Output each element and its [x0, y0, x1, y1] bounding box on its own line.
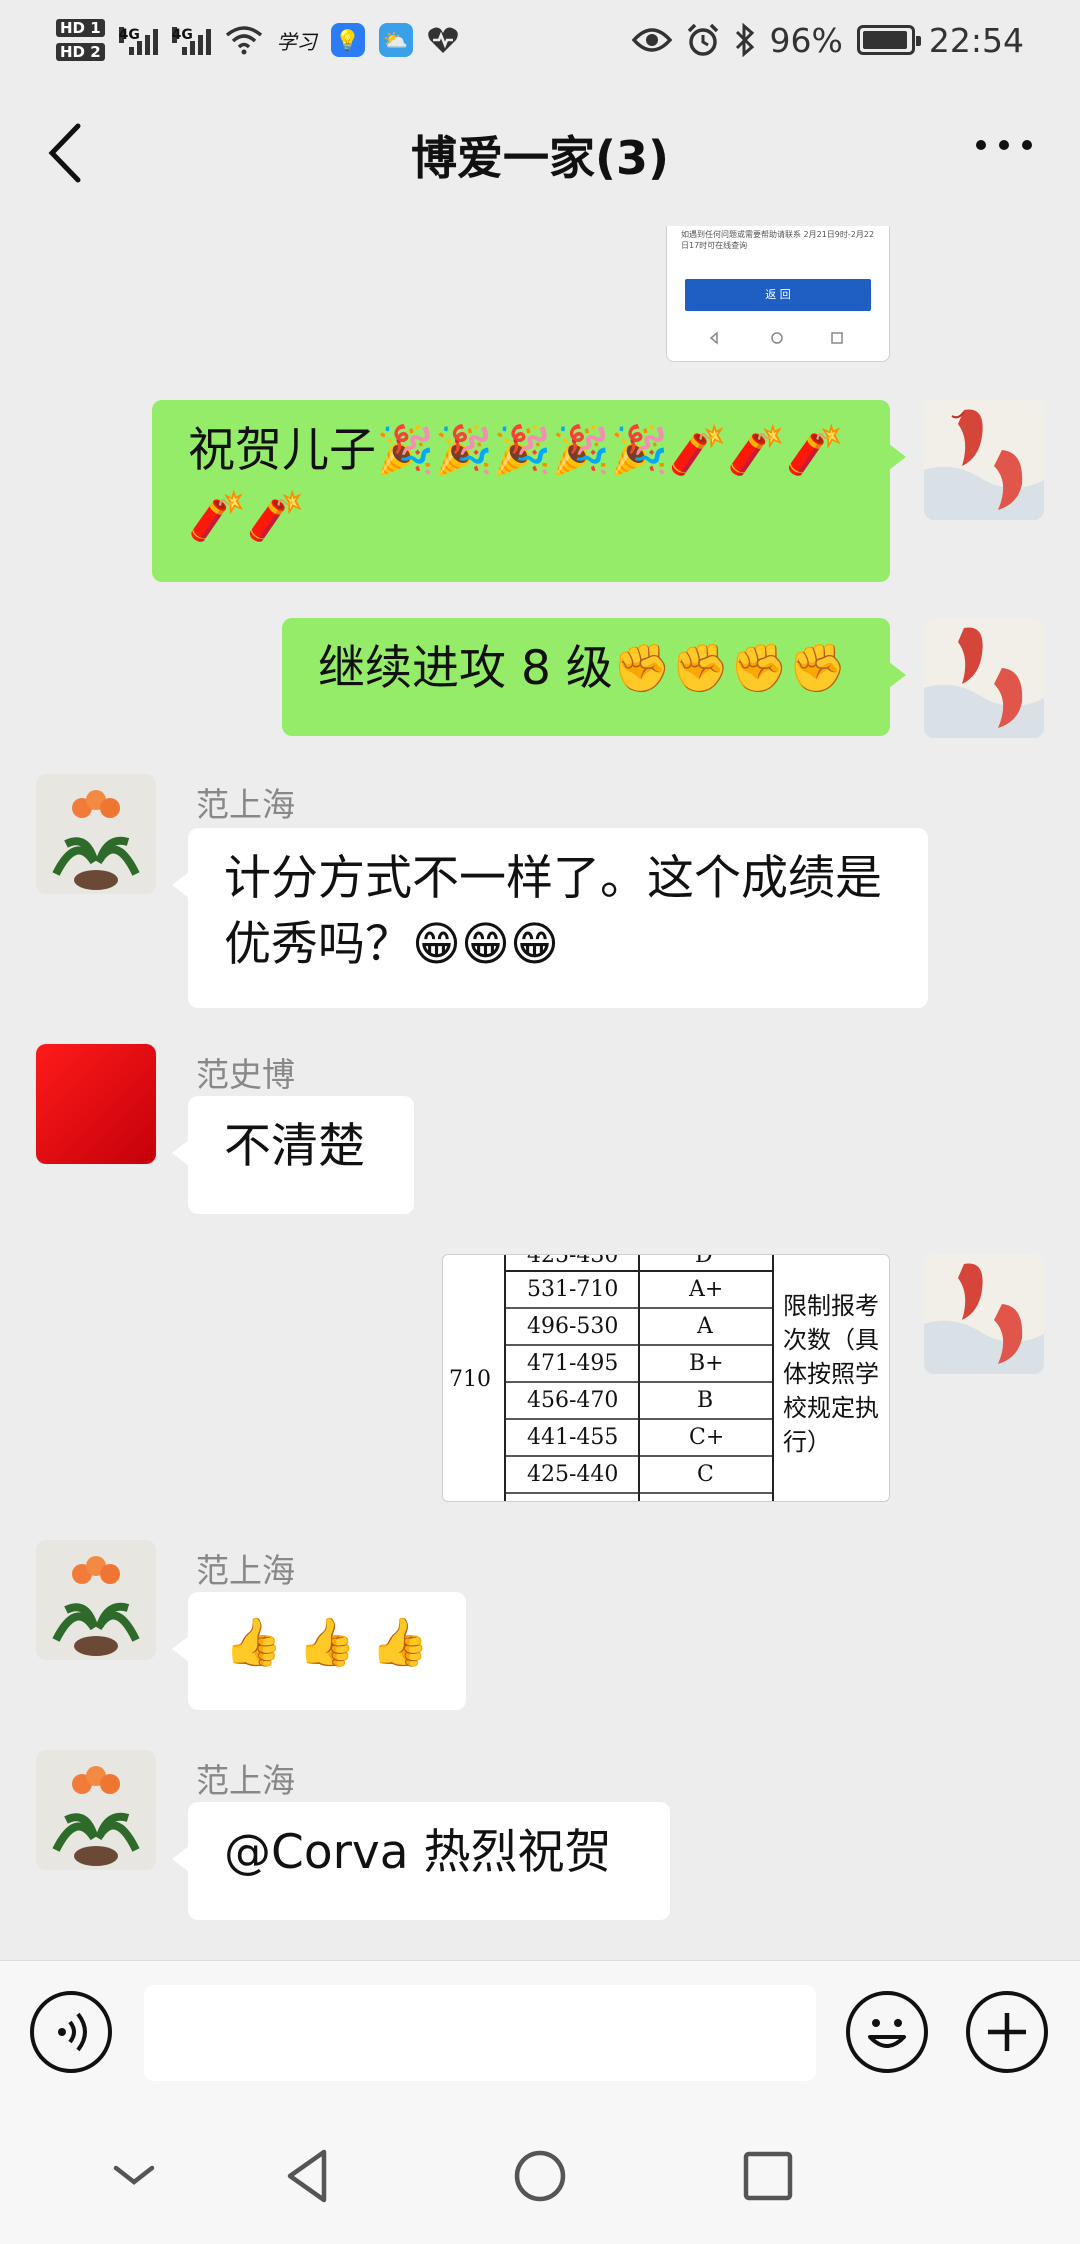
- message-bubble-received[interactable]: 计分方式不一样了。这个成绩是优秀吗？😁😁😁: [172, 828, 928, 1008]
- message-bubble-received[interactable]: 👍 👍 👍: [172, 1592, 466, 1710]
- message-text: 不清楚: [224, 1119, 365, 1174]
- table-note: 限制报考次数（具体按照学校规定执行）: [783, 1292, 879, 1456]
- wifi-icon: [225, 26, 262, 55]
- sender-name: 范上海: [196, 1761, 295, 1800]
- self-avatar[interactable]: [924, 400, 1044, 520]
- smiley-icon: [868, 2019, 906, 2048]
- table-row-range: 456-470: [527, 1388, 619, 1413]
- self-avatar[interactable]: [924, 1254, 1044, 1374]
- sender-name: 范上海: [196, 1551, 295, 1590]
- sim-indicators: HD 1 HD 2: [56, 19, 105, 61]
- contact-avatar[interactable]: [36, 774, 156, 894]
- preview-caption: 如遇到任何问题或需要帮助请联系 2月21日9时-2月22日17时可在线查询: [681, 230, 875, 250]
- message-bubble-sent[interactable]: 继续进攻 8 级✊✊✊✊: [282, 618, 906, 736]
- table-total-score: 710: [449, 1367, 491, 1392]
- voice-icon: [58, 2012, 87, 2052]
- eye-icon: [631, 28, 672, 52]
- sim2-badge: HD 2: [56, 43, 105, 61]
- preview-return-button: 返 回: [685, 279, 871, 311]
- status-left: HD 1 HD 2 4G 4G 学习 💡 ⛅: [56, 10, 459, 70]
- chat-title: 博爱一家(3): [410, 131, 670, 185]
- sender-name: 范上海: [196, 785, 295, 824]
- signal-2-icon: 4G: [171, 25, 211, 55]
- alarm-icon: [687, 23, 718, 56]
- table-row-range: 425-440: [527, 1462, 619, 1487]
- table-row-grade: C: [697, 1462, 714, 1487]
- nav-home-icon[interactable]: [500, 2136, 580, 2216]
- more-functions-button[interactable]: [966, 1991, 1048, 2073]
- table-row-range: 531-710: [527, 1277, 619, 1302]
- sender-name: 范史博: [196, 1055, 295, 1094]
- system-navigation-bar: [0, 2104, 1080, 2244]
- message-bubble-received[interactable]: 不清楚: [172, 1096, 414, 1214]
- collapse-chevron-icon[interactable]: [94, 2136, 174, 2216]
- contact-avatar[interactable]: [36, 1540, 156, 1660]
- chat-header: 博爱一家(3): [0, 80, 1080, 226]
- sim1-badge: HD 1: [56, 19, 105, 37]
- score-table-image-message[interactable]: 710 425-430 D 531-710 A+ 496-530 A 471-4…: [442, 1254, 890, 1502]
- message-text: 继续进攻 8 级✊✊✊✊: [318, 641, 847, 696]
- more-options-icon[interactable]: [976, 140, 1032, 150]
- clock-time: 22:54: [928, 20, 1024, 60]
- voice-input-button[interactable]: [30, 1991, 112, 2073]
- nav-back-icon[interactable]: [270, 2136, 350, 2216]
- table-header-range: 425-430: [527, 1254, 619, 1268]
- weather-icon: ⛅: [378, 23, 413, 57]
- table-header-grade: D: [695, 1254, 713, 1268]
- message-text: @Corva 热烈祝贺: [224, 1825, 612, 1880]
- health-heart-icon: [427, 27, 458, 53]
- contact-avatar[interactable]: [36, 1750, 156, 1870]
- table-row-grade: A: [697, 1314, 713, 1339]
- status-bar: HD 1 HD 2 4G 4G 学习 💡 ⛅ 96% 22:54: [0, 0, 1080, 80]
- preview-nav-icons: [709, 331, 843, 345]
- battery-level-fill: [862, 31, 907, 49]
- contact-avatar[interactable]: [36, 1044, 156, 1164]
- bluetooth-icon: [735, 23, 754, 57]
- signal-1-icon: 4G: [118, 25, 158, 55]
- table-row-grade: C+: [689, 1425, 725, 1450]
- message-text: 祝贺儿子🎉🎉🎉🎉🎉🧨🧨🧨🧨🧨: [188, 423, 845, 544]
- table-row-range: 471-495: [527, 1351, 619, 1376]
- table-row-range: 496-530: [527, 1314, 619, 1339]
- table-row-grade: B+: [689, 1351, 724, 1376]
- status-right: 96% 22:54: [631, 14, 1024, 66]
- plus-icon: [988, 2013, 1026, 2051]
- input-bar: [0, 1960, 1080, 2104]
- network2-label: 4G: [171, 27, 193, 43]
- nav-recents-icon[interactable]: [728, 2136, 808, 2216]
- message-list[interactable]: 如遇到任何问题或需要帮助请联系 2月21日9时-2月22日17时可在线查询 返 …: [0, 226, 1080, 1960]
- lightbulb-icon: 💡: [330, 23, 365, 57]
- message-input[interactable]: [144, 1985, 816, 2081]
- previous-image-message[interactable]: 如遇到任何问题或需要帮助请联系 2月21日9时-2月22日17时可在线查询 返 …: [666, 226, 890, 362]
- study-app-badge: 学习: [276, 29, 317, 54]
- battery-icon: [856, 25, 921, 55]
- message-bubble-received[interactable]: @Corva 热烈祝贺: [172, 1802, 670, 1920]
- emoji-button[interactable]: [846, 1991, 928, 2073]
- self-avatar[interactable]: [924, 618, 1044, 738]
- message-text: 👍 👍 👍: [224, 1615, 430, 1670]
- battery-percent: 96%: [769, 20, 843, 60]
- table-row-grade: B: [697, 1388, 714, 1413]
- network1-label: 4G: [118, 27, 140, 43]
- message-bubble-sent[interactable]: 祝贺儿子🎉🎉🎉🎉🎉🧨🧨🧨🧨🧨: [152, 400, 906, 582]
- table-row-range: 441-455: [527, 1425, 619, 1450]
- table-row-grade: A+: [689, 1277, 724, 1302]
- message-text: 计分方式不一样了。这个成绩是优秀吗？😁😁😁: [224, 851, 882, 972]
